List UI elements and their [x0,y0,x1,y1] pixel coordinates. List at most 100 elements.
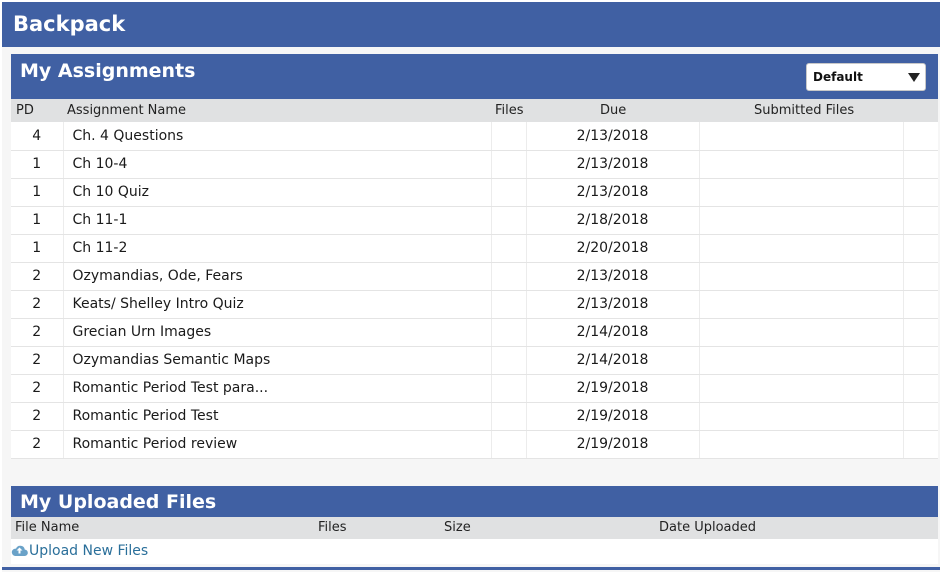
column-header-submitted-files[interactable]: Submitted Files [754,99,854,122]
table-row[interactable]: 1 Ch 11-2 2/20/2018 [11,234,938,263]
row-submitted-files [699,346,904,375]
uploads-column-header: File Name Files Size Date Uploaded [11,517,938,539]
row-files [491,430,527,459]
column-header-file-name[interactable]: File Name [15,517,79,539]
column-header-pd[interactable]: PD [16,99,34,122]
row-assignment-name: Romantic Period review [63,430,492,459]
row-due-date: 2/20/2018 [526,234,700,263]
upload-new-files-link[interactable]: Upload New Files [11,542,148,560]
row-pd: 2 [11,374,64,403]
row-spacer [903,262,938,291]
row-files [491,150,527,179]
main-area: My Assignments Default PD Assignment Nam… [2,47,940,572]
row-due-date: 2/19/2018 [526,374,700,403]
row-due-date: 2/13/2018 [526,122,700,151]
row-spacer [903,234,938,263]
row-submitted-files [699,150,904,179]
row-due-date: 2/13/2018 [526,178,700,207]
app-title: Backpack [2,2,940,47]
uploads-title: My Uploaded Files [20,491,217,513]
row-files [491,206,527,235]
table-row[interactable]: 2 Grecian Urn Images 2/14/2018 [11,318,938,347]
row-files [491,122,527,151]
table-row[interactable]: 2 Ozymandias Semantic Maps 2/14/2018 [11,346,938,375]
row-spacer [903,430,938,459]
row-spacer [903,346,938,375]
column-header-size[interactable]: Size [444,517,471,539]
row-pd: 2 [11,402,64,431]
assignments-panel-header: My Assignments Default [11,54,938,99]
row-spacer [903,150,938,179]
row-assignment-name: Ch 10-4 [63,150,492,179]
row-files [491,374,527,403]
uploads-panel-header: My Uploaded Files [11,486,938,517]
row-assignment-name: Ch. 4 Questions [63,122,492,151]
row-due-date: 2/13/2018 [526,290,700,319]
row-assignment-name: Romantic Period Test para... [63,374,492,403]
row-pd: 2 [11,290,64,319]
assignments-table-body: 4 Ch. 4 Questions 2/13/2018 1 Ch 10-4 2/13/20… [11,122,938,459]
row-due-date: 2/19/2018 [526,402,700,431]
row-submitted-files [699,122,904,151]
row-pd: 1 [11,150,64,179]
row-pd: 1 [11,178,64,207]
column-header-files[interactable]: Files [495,99,524,122]
row-pd: 2 [11,346,64,375]
column-header-due[interactable]: Due [600,99,626,122]
row-files [491,318,527,347]
row-due-date: 2/14/2018 [526,318,700,347]
row-submitted-files [699,178,904,207]
row-due-date: 2/14/2018 [526,346,700,375]
table-row[interactable]: 1 Ch 11-1 2/18/2018 [11,206,938,235]
table-row[interactable]: 1 Ch 10 Quiz 2/13/2018 [11,178,938,207]
row-assignment-name: Ozymandias, Ode, Fears [63,262,492,291]
row-submitted-files [699,402,904,431]
row-files [491,290,527,319]
row-submitted-files [699,374,904,403]
row-due-date: 2/18/2018 [526,206,700,235]
row-spacer [903,178,938,207]
row-submitted-files [699,234,904,263]
row-pd: 4 [11,122,64,151]
sort-dropdown-value: Default [813,70,863,84]
row-files [491,234,527,263]
table-row[interactable]: 2 Keats/ Shelley Intro Quiz 2/13/2018 [11,290,938,319]
column-header-date-uploaded[interactable]: Date Uploaded [659,517,756,539]
assignments-column-header: PD Assignment Name Files Due Submitted F… [11,99,938,122]
row-files [491,346,527,375]
uploads-list: Upload New Files [11,539,938,564]
table-row[interactable]: 2 Romantic Period review 2/19/2018 [11,430,938,459]
row-spacer [903,206,938,235]
row-assignment-name: Ch 11-1 [63,206,492,235]
table-row[interactable]: 2 Ozymandias, Ode, Fears 2/13/2018 [11,262,938,291]
row-assignment-name: Keats/ Shelley Intro Quiz [63,290,492,319]
row-spacer [903,374,938,403]
row-due-date: 2/19/2018 [526,430,700,459]
row-assignment-name: Romantic Period Test [63,402,492,431]
row-spacer [903,402,938,431]
row-due-date: 2/13/2018 [526,150,700,179]
upload-new-files-label: Upload New Files [29,543,149,559]
bottom-border [2,567,940,570]
sort-dropdown[interactable]: Default [806,63,926,91]
row-files [491,262,527,291]
table-row[interactable]: 2 Romantic Period Test 2/19/2018 [11,402,938,431]
row-pd: 1 [11,234,64,263]
table-row[interactable]: 4 Ch. 4 Questions 2/13/2018 [11,122,938,151]
row-submitted-files [699,318,904,347]
column-header-assignment-name[interactable]: Assignment Name [67,99,186,122]
column-header-upload-files[interactable]: Files [318,517,347,539]
row-pd: 2 [11,262,64,291]
assignments-title: My Assignments [20,60,196,82]
row-assignment-name: Ozymandias Semantic Maps [63,346,492,375]
row-pd: 2 [11,430,64,459]
row-submitted-files [699,290,904,319]
table-row[interactable]: 2 Romantic Period Test para... 2/19/2018 [11,374,938,403]
caret-down-icon [908,73,920,82]
row-assignment-name: Ch 11-2 [63,234,492,263]
cloud-upload-icon [11,545,28,557]
row-assignment-name: Ch 10 Quiz [63,178,492,207]
table-row[interactable]: 1 Ch 10-4 2/13/2018 [11,150,938,179]
row-assignment-name: Grecian Urn Images [63,318,492,347]
row-spacer [903,122,938,151]
